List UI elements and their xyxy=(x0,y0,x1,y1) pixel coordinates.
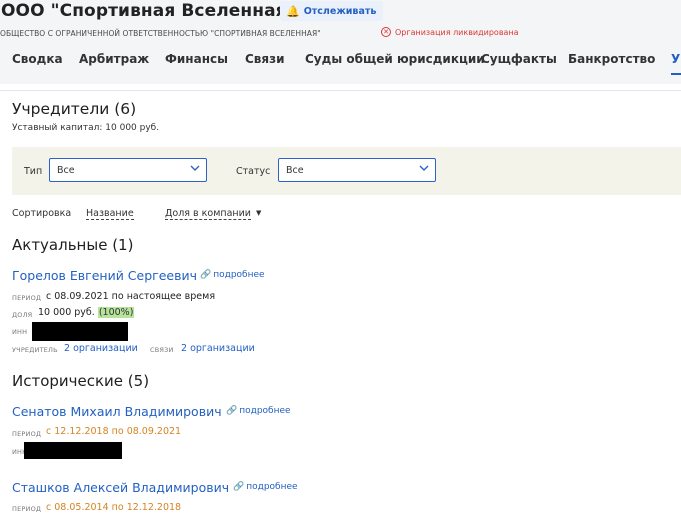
period-value: с 12.12.2018 по 08.09.2021 xyxy=(46,426,182,437)
tab-connections[interactable]: Связи xyxy=(245,52,285,66)
tab-summary[interactable]: Сводка xyxy=(12,52,63,66)
person-name-link[interactable]: Сташков Алексей Владимирович xyxy=(12,480,229,495)
person-name-link[interactable]: Сенатов Михаил Владимирович xyxy=(12,404,222,419)
period-key: ПЕРИОД xyxy=(12,294,42,302)
link-icon: 🔗 xyxy=(200,270,212,280)
status-filter-label: Статус xyxy=(236,166,271,177)
tab-material-facts[interactable]: Сущфакты xyxy=(481,52,557,66)
links-key: СВЯЗИ xyxy=(150,346,174,354)
company-full-name: ОБЩЕСТВО С ОГРАНИЧЕННОЙ ОТВЕТСТВЕННОСТЬЮ… xyxy=(0,29,321,38)
tab-bar: Сводка Арбитраж Финансы Связи Суды общей… xyxy=(0,52,681,76)
company-header: ООО "Спортивная Вселенная" 🔔 Отслеживать… xyxy=(0,0,681,84)
chevron-down-icon xyxy=(419,165,429,171)
redacted-inn xyxy=(24,442,122,459)
tab-founders[interactable]: Уч xyxy=(671,52,681,66)
period-value: с 08.09.2021 по настоящее время xyxy=(46,291,216,302)
tab-arbitration[interactable]: Арбитраж xyxy=(79,52,149,66)
status-text: Организация ликвидирована xyxy=(395,27,519,37)
caret-down-icon[interactable]: ▼ xyxy=(256,209,261,217)
link-icon: 🔗 xyxy=(226,406,238,416)
status-badge: ✕ Организация ликвидирована xyxy=(381,27,519,37)
active-tab-indicator xyxy=(671,73,681,75)
more-link-label: подробнее xyxy=(239,406,291,416)
page-title: Учредители (6) xyxy=(12,100,137,118)
authorized-capital: Уставный капитал: 10 000 руб. xyxy=(12,123,160,133)
more-link[interactable]: 🔗 подробнее xyxy=(226,406,291,416)
follow-label: Отслеживать xyxy=(303,5,377,17)
share-key: ДОЛЯ xyxy=(12,311,33,319)
filter-panel: Тип Все Статус Все xyxy=(12,147,681,195)
bell-icon: 🔔 xyxy=(286,4,300,18)
close-circle-icon: ✕ xyxy=(381,27,391,37)
share-amount: 10 000 руб. xyxy=(38,307,95,318)
links-organizations-link[interactable]: 2 организации xyxy=(181,343,255,354)
company-title: ООО "Спортивная Вселенная" xyxy=(1,1,296,21)
period-key: ПЕРИОД xyxy=(12,505,42,513)
share-percent: (100%) xyxy=(97,307,135,318)
period-value: с 08.05.2014 по 12.12.2018 xyxy=(46,502,182,513)
type-filter-label: Тип xyxy=(24,166,43,177)
period-key: ПЕРИОД xyxy=(12,430,42,438)
inn-key: ИНН xyxy=(12,328,28,336)
founder-organizations-link[interactable]: 2 организации xyxy=(64,343,138,354)
sort-by-name[interactable]: Название xyxy=(86,208,134,220)
sort-label: Сортировка xyxy=(12,208,72,219)
link-icon: 🔗 xyxy=(233,482,245,492)
founder-key: УЧРЕДИТЕЛЬ xyxy=(12,346,58,354)
person-name-link[interactable]: Горелов Евгений Сергеевич xyxy=(12,268,197,283)
redacted-inn xyxy=(32,322,128,341)
status-select-value: Все xyxy=(286,165,304,176)
chevron-down-icon xyxy=(190,165,200,171)
more-link-label: подробнее xyxy=(213,270,265,280)
more-link-label: подробнее xyxy=(246,482,298,492)
follow-button[interactable]: 🔔 Отслеживать xyxy=(280,1,384,21)
more-link[interactable]: 🔗 подробнее xyxy=(233,482,298,492)
actual-group-title: Актуальные (1) xyxy=(12,236,134,254)
header-divider xyxy=(0,90,681,91)
sort-by-share[interactable]: Доля в компании xyxy=(165,208,251,220)
more-link[interactable]: 🔗 подробнее xyxy=(200,270,265,280)
tab-bankruptcy[interactable]: Банкротство xyxy=(568,52,655,66)
type-select-value: Все xyxy=(57,165,75,176)
share-value: 10 000 руб. (100%) xyxy=(38,307,135,318)
historical-group-title: Исторические (5) xyxy=(12,372,150,390)
tab-finance[interactable]: Финансы xyxy=(165,52,228,66)
type-select[interactable]: Все xyxy=(49,158,207,182)
tab-general-courts[interactable]: Суды общей юрисдикции xyxy=(305,52,485,66)
status-select[interactable]: Все xyxy=(278,158,436,182)
